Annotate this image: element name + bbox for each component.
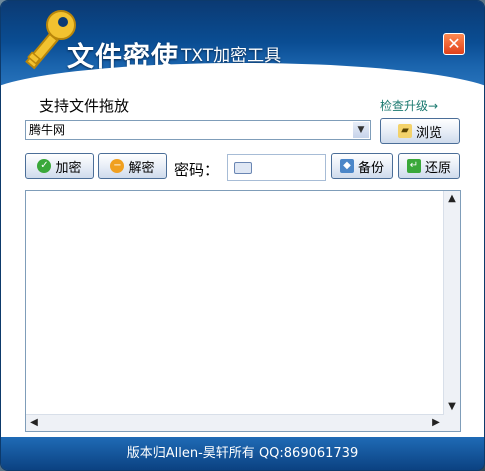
check-icon: ✓ xyxy=(37,159,52,173)
app-title: 文件密使 xyxy=(67,42,179,73)
backup-icon: ◆ xyxy=(339,159,354,173)
main-panel: 支持文件拖放 检查升级→ 腾牛网 ▼ ▰ 浏览 ✓ 加密 − 解密 密码： ◆ … xyxy=(1,87,484,437)
password-label: 密码： xyxy=(174,161,220,179)
scroll-up-icon[interactable]: ▲ xyxy=(444,191,460,207)
keyboard-icon[interactable] xyxy=(234,162,252,174)
scroll-left-icon[interactable]: ◀ xyxy=(26,415,42,431)
backup-label: 备份 xyxy=(357,160,384,176)
chevron-down-icon[interactable]: ▼ xyxy=(353,122,369,138)
close-button[interactable]: ✕ xyxy=(443,33,465,55)
file-path-select[interactable]: 腾牛网 ▼ xyxy=(25,120,371,140)
encrypt-label: 加密 xyxy=(55,160,82,176)
restore-label: 还原 xyxy=(424,160,451,176)
minus-icon: − xyxy=(110,159,125,173)
scroll-right-icon[interactable]: ▶ xyxy=(428,415,444,431)
folder-icon: ▰ xyxy=(397,124,412,138)
browse-label: 浏览 xyxy=(415,125,442,141)
check-update-link[interactable]: 检查升级→ xyxy=(380,97,438,114)
decrypt-button[interactable]: − 解密 xyxy=(98,153,167,179)
scroll-down-icon[interactable]: ▼ xyxy=(444,399,460,415)
password-input[interactable] xyxy=(227,154,326,181)
browse-button[interactable]: ▰ 浏览 xyxy=(380,118,460,144)
app-window: 文件密使 TXT加密工具 ✕ 支持文件拖放 检查升级→ 腾牛网 ▼ ▰ 浏览 ✓… xyxy=(0,0,485,471)
scrollbar-corner xyxy=(444,415,460,431)
editor-content xyxy=(26,191,460,199)
restore-button[interactable]: ↵ 还原 xyxy=(398,153,460,179)
text-editor[interactable]: ▲ ▼ ◀ ▶ xyxy=(25,190,461,432)
footer-copyright: 版本归Allen-昊轩所有 QQ:869061739 xyxy=(1,437,484,470)
restore-icon: ↵ xyxy=(406,159,421,173)
file-path-value: 腾牛网 xyxy=(29,123,66,137)
backup-button[interactable]: ◆ 备份 xyxy=(331,153,393,179)
app-subtitle: TXT加密工具 xyxy=(181,46,282,66)
vertical-scrollbar[interactable]: ▲ ▼ xyxy=(443,191,460,415)
drag-drop-hint: 支持文件拖放 xyxy=(39,97,130,115)
title-bar[interactable]: 文件密使 TXT加密工具 ✕ xyxy=(1,1,484,123)
horizontal-scrollbar[interactable]: ◀ ▶ xyxy=(26,414,444,431)
encrypt-button[interactable]: ✓ 加密 xyxy=(25,153,94,179)
decrypt-label: 解密 xyxy=(128,160,155,176)
